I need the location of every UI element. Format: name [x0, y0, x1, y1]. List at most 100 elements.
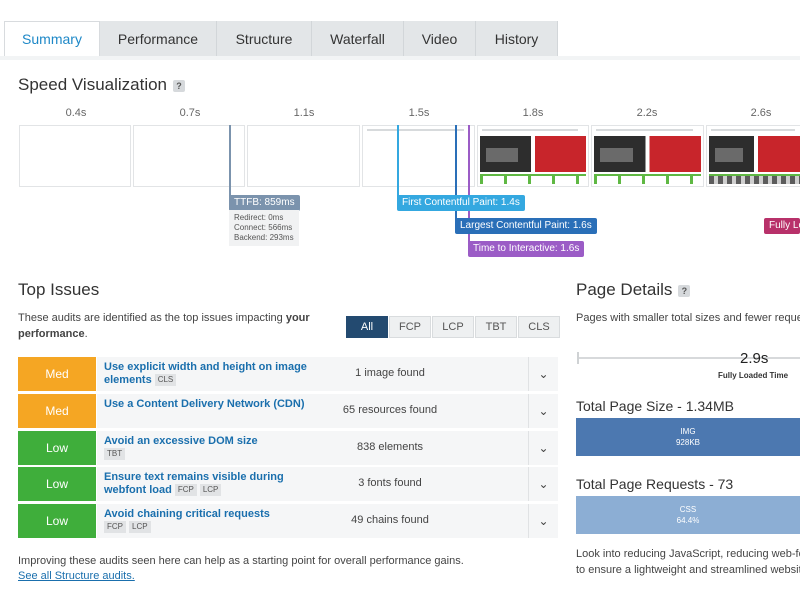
severity-badge: Low — [18, 431, 96, 465]
issue-found-count: 1 image found — [355, 367, 425, 379]
speed-visualization-heading: Speed Visualization? — [18, 75, 186, 95]
issue-tag: FCP — [174, 484, 197, 497]
issue-title-text: Avoid an excessive DOM size — [104, 435, 258, 447]
issue-title[interactable]: Avoid an excessive DOM size TBT — [104, 435, 309, 461]
filmstrip-frame[interactable] — [247, 125, 360, 187]
page-size-bar[interactable]: IMG 928KB — [576, 418, 800, 456]
issue-title-text: Use explicit width and height on image e… — [104, 361, 307, 386]
issue-title[interactable]: Ensure text remains visible during webfo… — [104, 471, 309, 497]
page-details-title: Page Details — [576, 280, 673, 299]
chevron-down-icon[interactable]: ⌄ — [528, 504, 558, 538]
severity-badge: Med — [18, 357, 96, 391]
ttfb-redirect: Redirect: 0ms — [234, 213, 284, 222]
ttfb-connect: Connect: 566ms — [234, 223, 293, 232]
page-size-bar-value: 928KB — [675, 438, 701, 447]
timeline-tick: 0.4s — [65, 107, 87, 119]
fully-loaded-marker[interactable]: Fully Lo — [764, 218, 800, 234]
issues-footer-text: Improving these audits seen here can hel… — [18, 555, 464, 567]
filmstrip-frame[interactable] — [706, 125, 800, 187]
issue-tag: LCP — [199, 484, 222, 497]
issue-row-body: Use explicit width and height on image e… — [97, 357, 558, 391]
issue-filters: All FCP LCP TBT CLS — [346, 316, 561, 338]
filter-tbt-button[interactable]: TBT — [475, 316, 517, 338]
issue-title[interactable]: Use a Content Delivery Network (CDN) — [104, 398, 309, 411]
issue-row[interactable]: Med Use explicit width and height on ima… — [18, 357, 558, 391]
ttfb-backend: Backend: 293ms — [234, 233, 294, 242]
timeline-tick: 1.1s — [293, 107, 315, 119]
page-details-heading: Page Details? — [576, 280, 691, 300]
chevron-down-icon[interactable]: ⌄ — [528, 394, 558, 428]
top-issues-desc-bold: performance — [18, 328, 85, 340]
filmstrip-frame[interactable] — [477, 125, 589, 187]
page-requests-bar[interactable]: CSS 64.4% — [576, 496, 800, 534]
issue-row[interactable]: Low Ensure text remains visible during w… — [18, 467, 558, 501]
timeline-tick: 1.5s — [408, 107, 430, 119]
speed-visualization-title: Speed Visualization — [18, 75, 168, 94]
page-size-bar-label: IMG — [680, 427, 696, 436]
top-issues-desc-text: . — [84, 328, 88, 340]
issue-title[interactable]: Use explicit width and height on image e… — [104, 361, 309, 387]
tab-summary[interactable]: Summary — [4, 21, 100, 56]
see-all-structure-audits-link[interactable]: See all Structure audits. — [18, 570, 135, 582]
issue-title[interactable]: Avoid chaining critical requests FCP LCP — [104, 508, 309, 534]
lcp-marker[interactable]: Largest Contentful Paint: 1.6s — [455, 218, 597, 234]
issue-found-count: 65 resources found — [342, 404, 438, 416]
page-requests-bar-value: 64.4% — [676, 516, 700, 525]
tabs: Summary Performance Structure Waterfall … — [4, 21, 558, 56]
issue-found-count: 3 fonts found — [358, 477, 422, 489]
ttfb-line — [229, 125, 231, 197]
fully-loaded-value: 2.9s — [740, 350, 769, 367]
fully-loaded-scale-start — [577, 352, 579, 364]
issue-row-body: Avoid chaining critical requests FCP LCP 4… — [97, 504, 558, 538]
fcp-marker[interactable]: First Contentful Paint: 1.4s — [397, 195, 525, 211]
issue-found-count: 49 chains found — [351, 514, 429, 526]
issue-tag: TBT — [104, 448, 126, 461]
tab-structure[interactable]: Structure — [217, 21, 312, 56]
top-issues-title: Top Issues — [18, 280, 100, 299]
filmstrip-frame[interactable] — [19, 125, 131, 187]
issue-tag: FCP — [104, 521, 126, 534]
top-issues-description: These audits are identified as the top i… — [18, 310, 318, 342]
issue-title-text: Use a Content Delivery Network (CDN) — [104, 398, 305, 410]
issue-title-text: Avoid chaining critical requests — [104, 508, 270, 520]
chevron-down-icon[interactable]: ⌄ — [528, 431, 558, 465]
top-issues-desc-bold: your — [285, 312, 310, 324]
severity-badge: Low — [18, 504, 96, 538]
tab-performance[interactable]: Performance — [100, 21, 217, 56]
tab-waterfall[interactable]: Waterfall — [312, 21, 404, 56]
chevron-down-icon[interactable]: ⌄ — [528, 357, 558, 391]
fcp-line — [397, 125, 399, 197]
tab-video[interactable]: Video — [404, 21, 476, 56]
tab-history[interactable]: History — [476, 21, 558, 56]
top-issues-desc-text: These audits are identified as the top i… — [18, 312, 286, 324]
page-requests-bar-label: CSS — [679, 505, 697, 514]
chevron-down-icon[interactable]: ⌄ — [528, 467, 558, 501]
tab-bar: Summary Performance Structure Waterfall … — [0, 0, 800, 56]
filter-lcp-button[interactable]: LCP — [432, 316, 474, 338]
issue-tag: CLS — [154, 374, 177, 387]
issue-row[interactable]: Med Use a Content Delivery Network (CDN)… — [18, 394, 558, 428]
total-page-requests-title: Total Page Requests - 73 — [576, 476, 734, 492]
filter-cls-button[interactable]: CLS — [518, 316, 560, 338]
filter-fcp-button[interactable]: FCP — [389, 316, 431, 338]
total-page-size-title: Total Page Size - 1.34MB — [576, 398, 734, 414]
timeline-tick: 2.6s — [750, 107, 772, 119]
issue-row[interactable]: Low Avoid chaining critical requests FCP L… — [18, 504, 558, 538]
page-details-footer-line-1: Look into reducing JavaScript, reducing … — [576, 548, 800, 560]
ttfb-breakdown: Redirect: 0ms Connect: 566ms Backend: 29… — [229, 210, 299, 246]
help-icon[interactable]: ? — [678, 284, 691, 297]
filmstrip-frame[interactable] — [362, 125, 475, 187]
issue-row-body: Avoid an excessive DOM size TBT 838 eleme… — [97, 431, 558, 465]
timeline-tick: 1.8s — [522, 107, 544, 119]
filmstrip-frame[interactable] — [591, 125, 704, 187]
fully-loaded-label: Fully Loaded Time — [718, 371, 789, 380]
issue-row-body: Ensure text remains visible during webfo… — [97, 467, 558, 501]
issue-row[interactable]: Low Avoid an excessive DOM size TBT 838 e… — [18, 431, 558, 465]
tti-marker[interactable]: Time to Interactive: 1.6s — [468, 241, 585, 257]
severity-badge: Low — [18, 467, 96, 501]
timeline-tick: 0.7s — [179, 107, 201, 119]
ttfb-marker[interactable]: TTFB: 859ms — [229, 195, 300, 211]
issue-row-body: Use a Content Delivery Network (CDN) 65 … — [97, 394, 558, 428]
help-icon[interactable]: ? — [173, 79, 186, 92]
filter-all-button[interactable]: All — [346, 316, 388, 338]
